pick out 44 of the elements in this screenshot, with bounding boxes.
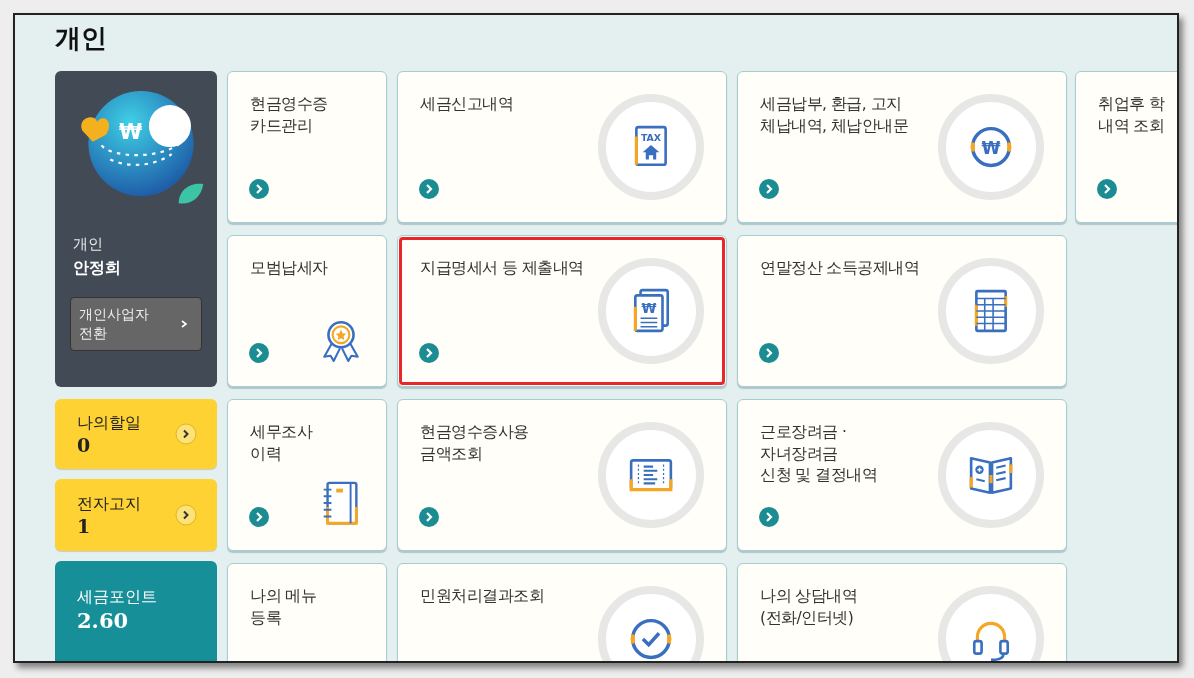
menu-tile[interactable]: 모범납세자 [227, 235, 387, 387]
status-card[interactable]: 나의할일 0 [55, 399, 217, 469]
menu-tile[interactable]: 지급명세서 등 제출내역 ₩ [397, 235, 727, 387]
menu-tile[interactable]: 취업후 학 내역 조회 [1075, 71, 1177, 223]
arrow-button-icon[interactable] [175, 423, 197, 445]
switch-account-button[interactable]: 개인사업자 전환 [70, 297, 202, 351]
menu-tile[interactable]: 세금신고내역 TAX [397, 71, 727, 223]
check-circle-icon [628, 616, 674, 661]
menu-tile[interactable]: 나의 메뉴 등록 [227, 563, 387, 661]
menu-tile[interactable]: 현금영수증 카드관리 [227, 71, 387, 223]
chevron-icon [179, 319, 189, 329]
account-type: 개인 [73, 235, 103, 254]
tile-label: 나의 메뉴 등록 [250, 586, 317, 629]
tile-label: 현금영수증사용 금액조회 [420, 422, 529, 465]
tile-label: 세금신고내역 [420, 94, 513, 115]
arrow-button-icon[interactable] [175, 504, 197, 526]
tile-label: 지급명세서 등 제출내역 [420, 258, 584, 279]
card-label: 나의할일 [77, 412, 141, 434]
menu-tile[interactable]: 민원처리결과조회 [397, 563, 727, 661]
tile-label: 근로장려금 · 자녀장려금 신청 및 결정내역 [760, 422, 878, 487]
menu-tile[interactable]: 세금납부, 환급, 고지 체납내역, 체납안내문 ₩ [737, 71, 1067, 223]
points-label: 세금포인트 [77, 587, 157, 608]
tile-label: 모범납세자 [250, 258, 328, 279]
menu-tile[interactable]: 근로장려금 · 자녀장려금 신청 및 결정내역 [737, 399, 1067, 551]
tile-label: 세금납부, 환급, 고지 체납내역, 체납안내문 [760, 94, 909, 137]
menu-tile[interactable]: 연말정산 소득공제내역 [737, 235, 1067, 387]
menu-tile[interactable]: 나의 상담내역 (전화/인터넷) [737, 563, 1067, 661]
menu-tile[interactable]: 세무조사 이력 [227, 399, 387, 551]
card-count: 0 [77, 433, 91, 456]
points-card[interactable]: 세금포인트 2.60 [55, 561, 217, 661]
tile-label: 나의 상담내역 (전화/인터넷) [760, 586, 858, 629]
tile-label: 연말정산 소득공제내역 [760, 258, 920, 279]
card-count: 1 [77, 514, 91, 537]
user-name: 안정희 [73, 258, 121, 279]
card-label: 전자고지 [77, 493, 141, 515]
tile-label: 세무조사 이력 [250, 422, 312, 465]
tile-label: 민원처리결과조회 [420, 586, 544, 607]
points-value: 2.60 [77, 608, 129, 633]
menu-tile[interactable]: 현금영수증사용 금액조회 [397, 399, 727, 551]
status-card[interactable]: 전자고지 1 [55, 479, 217, 551]
tile-label: 취업후 학 내역 조회 [1098, 94, 1165, 137]
page-title: 개인 [54, 22, 108, 55]
tile-label: 현금영수증 카드관리 [250, 94, 328, 137]
won-coin-icon: ₩ [968, 124, 1014, 170]
